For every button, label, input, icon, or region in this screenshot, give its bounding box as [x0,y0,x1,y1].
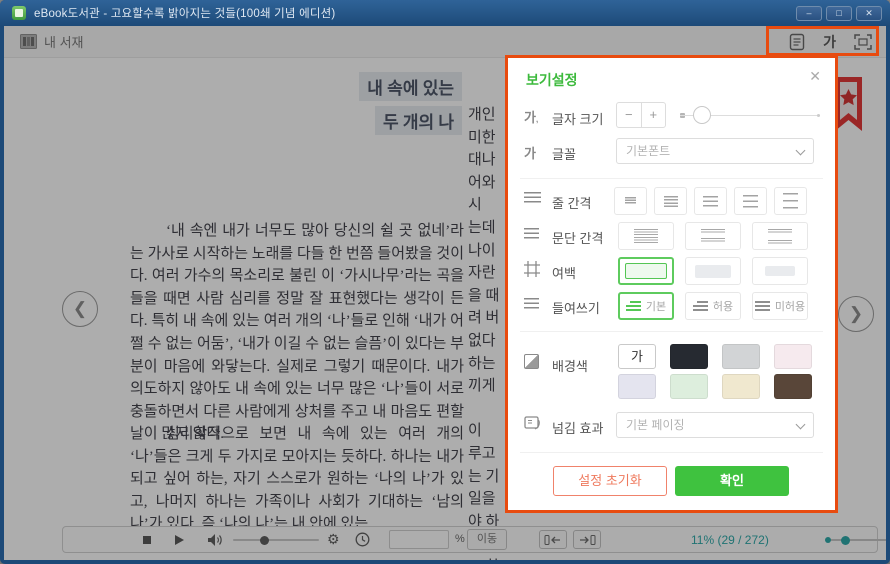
line-spacing-glyph [743,195,758,208]
paragraph-glyph [634,229,658,235]
paragraph-glyph [701,238,725,243]
font-icon: 가 [524,143,536,162]
page-effect-dropdown[interactable]: 기본 페이징 [616,412,814,438]
indent-option-label: 미허용 [775,298,805,314]
maximize-button[interactable]: □ [826,6,852,21]
line-spacing-option-3[interactable] [694,187,727,215]
font-label: 글꼴 [552,144,576,163]
dialog-close-button[interactable]: ✕ [809,68,821,85]
window-title: eBook도서관 - 고요할수록 밝아지는 것들(100쇄 기념 에디션) [34,5,335,21]
indent-option-label: 허용 [713,298,733,314]
paragraph-spacing-icon [524,228,539,239]
slider-max-mark [817,114,820,117]
window-frame: eBook도서관 - 고요할수록 밝아지는 것들(100쇄 기념 에디션) – … [0,0,890,564]
margin-icon [524,261,540,277]
page-effect-label: 넘김 효과 [552,418,603,437]
indent-label: 들여쓰기 [552,298,600,317]
indent-option-allow[interactable]: 허용 [685,292,741,320]
font-size-slider-handle[interactable] [693,106,711,124]
font-dropdown[interactable]: 기본폰트 [616,138,814,164]
margin-option-1-selected[interactable] [618,257,674,285]
bg-color-brown[interactable] [774,374,812,399]
paragraph-spacing-option-1[interactable] [618,222,674,250]
line-spacing-option-5[interactable] [774,187,807,215]
background-color-label: 배경색 [552,356,588,375]
indent-glyph [755,301,770,311]
bg-color-lavender[interactable] [618,374,656,399]
divider [520,178,823,179]
indent-option-default-selected[interactable]: 기본 [618,292,674,320]
close-button[interactable]: ✕ [856,6,882,21]
app-icon [12,6,26,20]
divider [520,331,823,332]
titlebar[interactable]: eBook도서관 - 고요할수록 밝아지는 것들(100쇄 기념 에디션) – … [0,0,890,26]
font-dropdown-value: 기본폰트 [626,144,670,158]
line-spacing-option-4[interactable] [734,187,767,215]
minimize-button[interactable]: – [796,6,822,21]
annotation-toolbar-highlight [766,26,879,56]
app-window: eBook도서관 - 고요할수록 밝아지는 것들(100쇄 기념 에디션) – … [0,0,890,564]
paragraph-spacing-label: 문단 간격 [552,228,603,247]
margin-option-2[interactable] [685,257,741,285]
paragraph-glyph [768,229,792,233]
background-color-icon [524,354,539,369]
line-spacing-glyph [664,196,678,207]
reset-settings-button[interactable]: 설정 초기화 [553,466,667,496]
window-content: 내 서재 가 [4,26,886,560]
paragraph-glyph [701,229,725,234]
margin-glyph [695,265,731,278]
bg-color-pink[interactable] [774,344,812,369]
font-size-stepper: − + [616,102,666,128]
font-size-icon: 가, [524,107,538,126]
page-effect-icon [524,416,541,431]
margin-label: 여백 [552,263,576,282]
line-spacing-label: 줄 간격 [552,193,592,212]
chevron-down-icon [796,146,806,156]
indent-icon [524,298,539,309]
line-spacing-icon [524,192,541,205]
font-size-increase-button[interactable]: + [642,103,666,127]
line-spacing-glyph [783,193,798,209]
dialog-title: 보기설정 [526,70,578,90]
bg-color-dark[interactable] [670,344,708,369]
bg-color-green[interactable] [670,374,708,399]
bg-color-white-selected[interactable]: 가 [618,344,656,369]
indent-option-disallow[interactable]: 미허용 [752,292,808,320]
indent-glyph [626,301,641,311]
bg-color-gray[interactable] [722,344,760,369]
paragraph-glyph [768,240,792,244]
chevron-down-icon [796,420,806,430]
line-spacing-glyph [625,197,636,205]
bg-color-cream[interactable] [722,374,760,399]
page-effect-value: 기본 페이징 [626,418,685,432]
divider [520,452,823,453]
indent-glyph [693,301,708,311]
paragraph-spacing-option-2[interactable] [685,222,741,250]
indent-option-label: 기본 [646,298,666,314]
line-spacing-option-1[interactable] [614,187,647,215]
paragraph-spacing-option-3[interactable] [752,222,808,250]
paragraph-glyph [634,237,658,243]
font-size-label: 글자 크기 [552,109,603,128]
margin-glyph [625,263,667,279]
view-settings-dialog: 보기설정 ✕ 가, 글자 크기 − + 가 글꼴 [505,55,838,513]
confirm-button[interactable]: 확인 [675,466,789,496]
margin-option-3[interactable] [752,257,808,285]
font-size-decrease-button[interactable]: − [617,103,642,127]
font-size-slider[interactable] [680,102,820,128]
line-spacing-glyph [703,196,718,207]
line-spacing-option-2[interactable] [654,187,687,215]
margin-glyph [765,266,795,276]
